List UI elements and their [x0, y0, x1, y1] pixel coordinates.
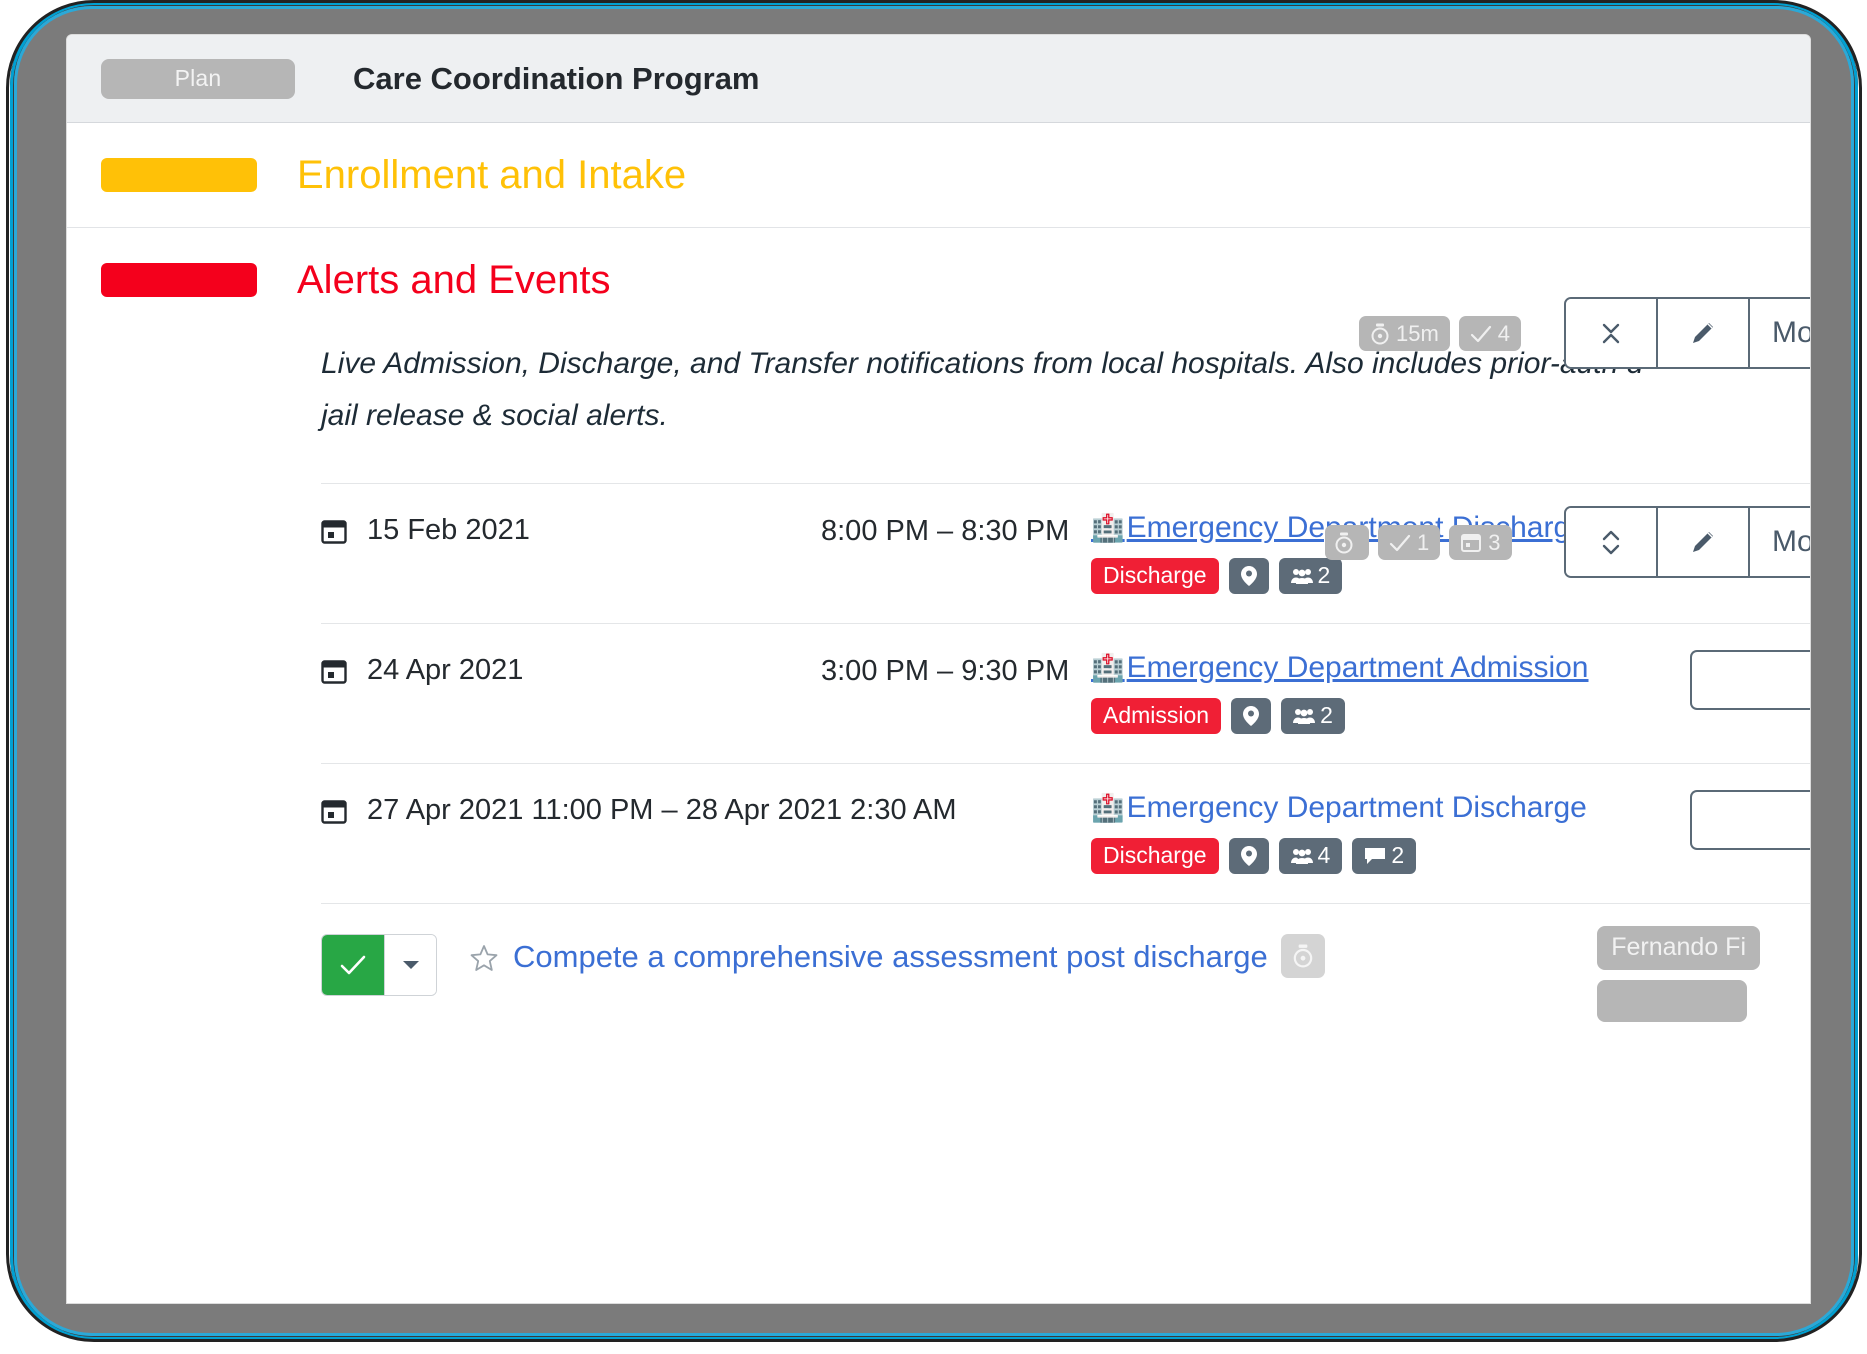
- device-bezel: Plan Care Coordination Program Enrollmen…: [14, 6, 1854, 1336]
- star-outline-icon[interactable]: [469, 944, 499, 974]
- event-link-text: Emergency Department Discharge: [1126, 790, 1587, 824]
- timer-icon: [1335, 532, 1353, 553]
- badge-tasks[interactable]: 1: [1378, 525, 1441, 560]
- plan-chip[interactable]: Plan: [101, 58, 295, 99]
- hospital-icon: 🏥: [1091, 512, 1125, 543]
- check-icon: [340, 955, 366, 975]
- table-row[interactable]: 27 Apr 2021 11:00 PM – 28 Apr 2021 2:30 …: [321, 762, 1810, 903]
- hospital-icon: 🏥: [1091, 652, 1125, 683]
- status-badge[interactable]: Discharge: [1091, 837, 1219, 874]
- badge-events-value: 3: [1488, 529, 1501, 555]
- event-date: 15 Feb 2021: [321, 510, 821, 547]
- event-date: 27 Apr 2021 11:00 PM – 28 Apr 2021 2:30 …: [321, 790, 1081, 827]
- event-main: 🏥Emergency Department Discharge Discharg…: [1091, 790, 1690, 874]
- table-row[interactable]: 24 Apr 2021 3:00 PM – 9:30 PM 🏥Emergency…: [321, 622, 1810, 763]
- event-time: [1081, 790, 1091, 794]
- location-badge[interactable]: [1231, 697, 1272, 734]
- task-owner-name[interactable]: Fernando Fi: [1597, 925, 1760, 970]
- section-description-line2: jail release & social alerts.: [321, 399, 668, 433]
- calendar-icon: [321, 800, 347, 824]
- caret-down-icon: [402, 960, 419, 969]
- section-title: Enrollment and Intake: [297, 152, 687, 197]
- section-alerts-and-events: Alerts and Events 1 3 Mo Live Admission,…: [67, 228, 1810, 1022]
- location-badge[interactable]: [1228, 837, 1269, 874]
- task-owner-secondary[interactable]: [1597, 979, 1748, 1022]
- people-icon: [1293, 708, 1316, 724]
- event-time: 8:00 PM – 8:30 PM: [821, 514, 1070, 547]
- task-timer-badge[interactable]: [1281, 933, 1325, 978]
- event-link[interactable]: 🏥Emergency Department Admission: [1091, 650, 1690, 686]
- comment-icon: [1365, 847, 1386, 864]
- people-badge[interactable]: 2: [1281, 697, 1345, 734]
- event-time: 3:00 PM – 9:30 PM: [821, 654, 1070, 687]
- page-title: Care Coordination Program: [353, 60, 760, 96]
- calendar-icon: [321, 520, 347, 544]
- status-badge[interactable]: Admission: [1091, 697, 1222, 734]
- event-link-text: Emergency Department Admission: [1126, 650, 1589, 684]
- event-action-cell: [1690, 649, 1810, 710]
- event-main: 🏥Emergency Department Admission Admissio…: [1091, 650, 1690, 734]
- people-count: 4: [1317, 842, 1331, 869]
- status-badge[interactable]: Discharge: [1091, 557, 1219, 594]
- app-screen: Plan Care Coordination Program Enrollmen…: [66, 34, 1811, 1304]
- event-action-button[interactable]: [1690, 649, 1810, 710]
- task-title[interactable]: Compete a comprehensive assessment post …: [513, 938, 1268, 977]
- comment-badge[interactable]: 2: [1352, 837, 1417, 874]
- people-icon: [1290, 848, 1313, 864]
- location-badge[interactable]: [1228, 557, 1269, 594]
- event-date-text: 24 Apr 2021: [367, 653, 524, 686]
- task-content: Compete a comprehensive assessment post …: [469, 934, 1268, 977]
- people-badge[interactable]: 2: [1278, 557, 1343, 594]
- plan-header: Plan Care Coordination Program: [67, 35, 1810, 123]
- task-status-dropdown[interactable]: [384, 934, 436, 995]
- section-color-bar: [101, 158, 257, 192]
- pencil-icon: [1693, 532, 1713, 552]
- section-header[interactable]: Alerts and Events 1 3 Mo: [67, 228, 1810, 578]
- event-date-text: 15 Feb 2021: [367, 513, 530, 546]
- task-owner: Fernando Fi: [1597, 925, 1760, 1022]
- check-icon: [1389, 534, 1411, 551]
- section-description-line2-wrap: jail release & social alerts.: [67, 394, 1810, 482]
- badge-duration[interactable]: [1325, 525, 1369, 560]
- expand-button[interactable]: [1566, 508, 1658, 576]
- task-meta: [1281, 933, 1325, 978]
- section-color-bar: [101, 263, 257, 297]
- events-list: 15 Feb 2021 8:00 PM – 8:30 PM 🏥Emergency…: [67, 482, 1810, 903]
- timer-icon: [1293, 944, 1313, 968]
- badge-tasks-value: 1: [1417, 529, 1430, 555]
- event-link[interactable]: 🏥Emergency Department Discharge: [1091, 790, 1690, 826]
- edit-button[interactable]: [1658, 508, 1750, 576]
- more-button[interactable]: More: [1750, 508, 1810, 576]
- calendar-icon: [1461, 534, 1482, 552]
- comment-count: 2: [1391, 842, 1405, 869]
- people-count: 2: [1320, 702, 1333, 729]
- section-description: Live Admission, Discharge, and Transfer …: [67, 332, 1810, 394]
- section-badges: 1 3: [1325, 525, 1512, 560]
- event-action-cell: [1690, 789, 1810, 850]
- people-count: 2: [1317, 562, 1331, 589]
- event-date-text: 27 Apr 2021 11:00 PM – 28 Apr 2021 2:30 …: [367, 793, 957, 826]
- event-tags: Admission 2: [1091, 697, 1690, 734]
- section-title: Alerts and Events: [297, 257, 611, 302]
- section-enrollment-and-intake: Enrollment and Intake 15m 4 Mo: [67, 123, 1810, 369]
- expand-chevrons-icon: [1602, 530, 1620, 555]
- map-pin-icon: [1243, 705, 1260, 726]
- section-header[interactable]: Enrollment and Intake 15m 4 Mo: [67, 123, 1810, 369]
- people-icon: [1290, 568, 1313, 584]
- map-pin-icon: [1240, 565, 1257, 586]
- hospital-icon: 🏥: [1091, 792, 1125, 823]
- people-badge[interactable]: 4: [1278, 837, 1343, 874]
- event-action-button[interactable]: [1690, 789, 1810, 850]
- task-status-control: [321, 933, 437, 996]
- badge-events[interactable]: 3: [1449, 525, 1512, 560]
- section-actions: More: [1564, 506, 1810, 578]
- event-date: 24 Apr 2021: [321, 650, 821, 687]
- task-complete-button[interactable]: [322, 934, 384, 995]
- calendar-icon: [321, 660, 347, 684]
- event-tags: Discharge: [1091, 837, 1690, 874]
- task-row[interactable]: Compete a comprehensive assessment post …: [67, 904, 1810, 1022]
- map-pin-icon: [1240, 845, 1257, 866]
